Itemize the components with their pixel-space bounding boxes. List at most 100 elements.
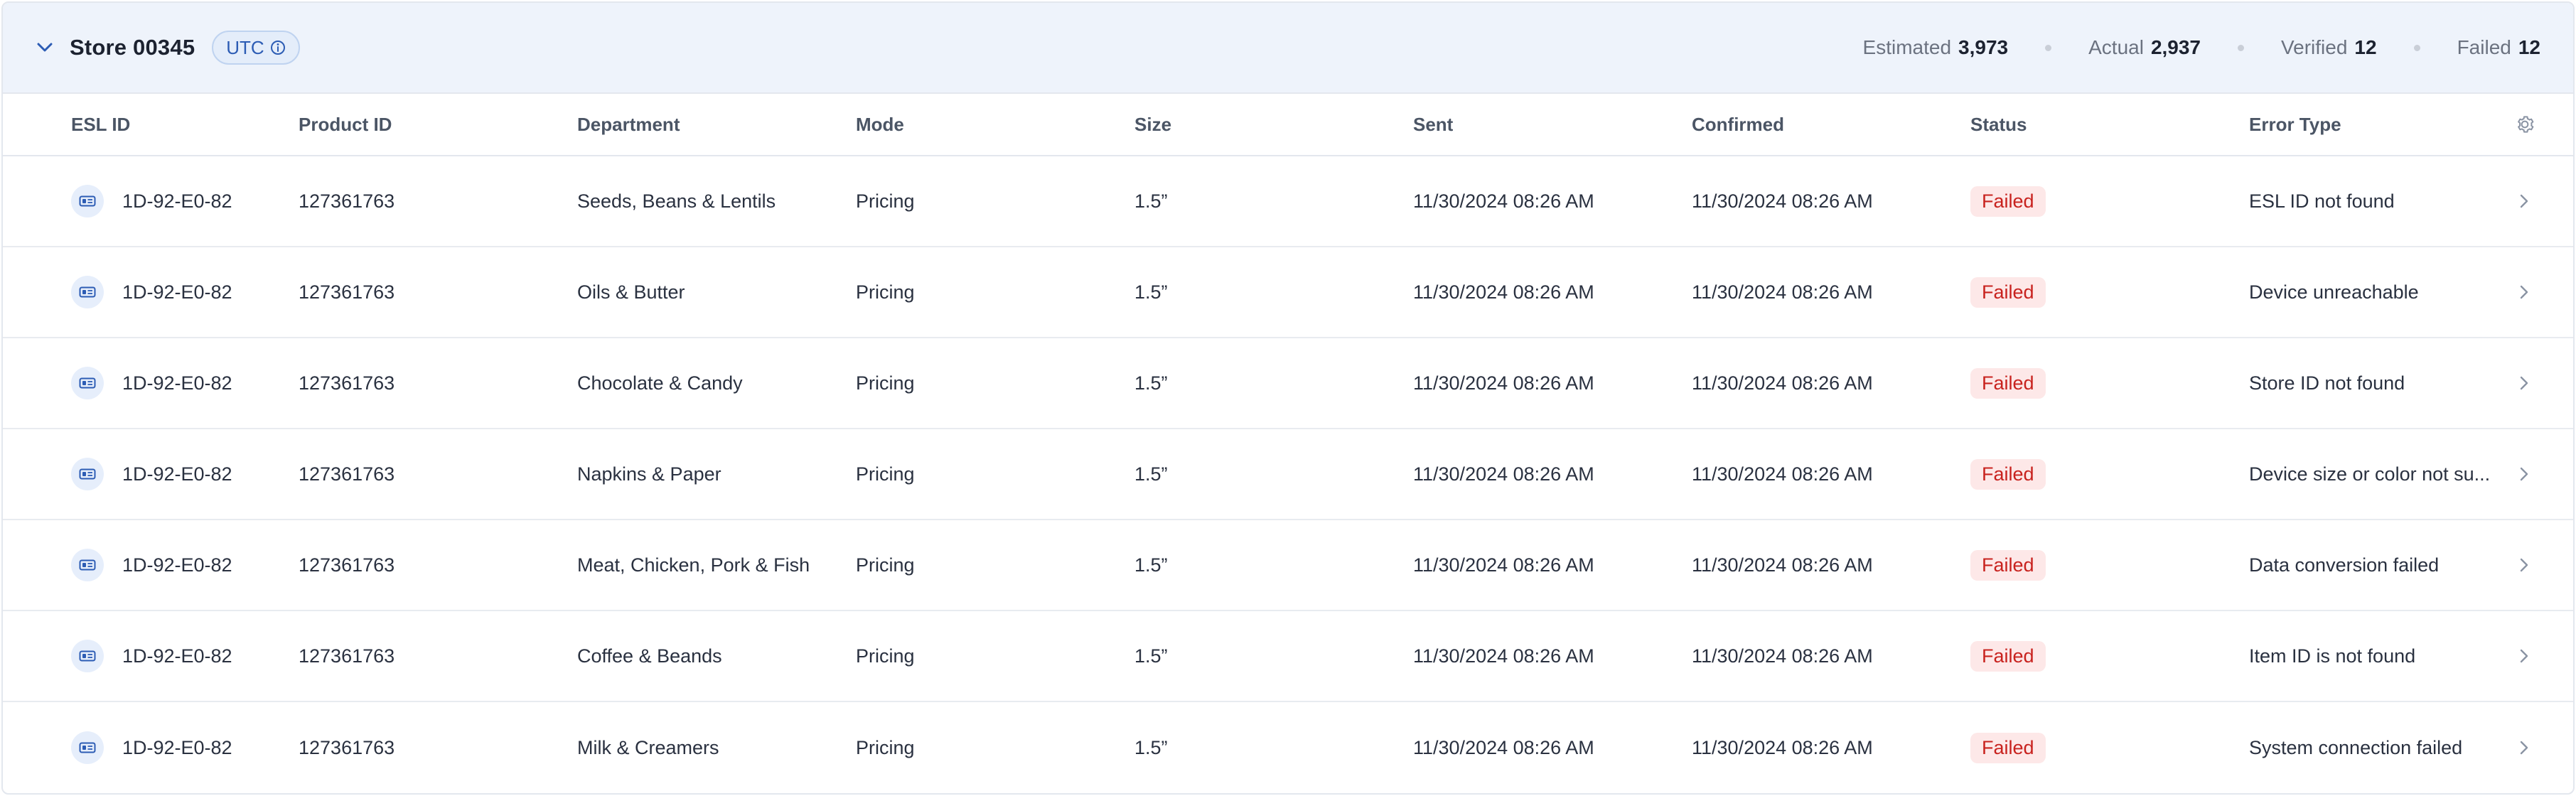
status-cell: Failed	[1970, 549, 2046, 581]
column-header-sent[interactable]: Sent	[1413, 114, 1453, 136]
esl-id-cell: 1D-92-E0-82	[71, 549, 232, 581]
timezone-label: UTC	[226, 36, 264, 58]
table-row[interactable]: 1D-92-E0-82 127361763 Seeds, Beans & Len…	[3, 156, 2573, 247]
size: 1.5”	[1134, 190, 1168, 212]
stat-actual: Actual 2,937	[2088, 36, 2201, 59]
stat-verified: Verified 12	[2281, 36, 2377, 59]
store-header: Store 00345 UTC Estimated 3,973 Actual 2…	[3, 3, 2573, 94]
esl-id-cell: 1D-92-E0-82	[71, 640, 232, 672]
esl-id-cell: 1D-92-E0-82	[71, 458, 232, 490]
status-badge: Failed	[1970, 458, 2046, 490]
status-cell: Failed	[1970, 732, 2046, 763]
chevron-right-icon[interactable]	[2513, 463, 2535, 485]
column-header-mode[interactable]: Mode	[856, 114, 904, 136]
sent-time: 11/30/2024 08:26 AM	[1413, 554, 1594, 576]
chevron-right-icon[interactable]	[2513, 554, 2535, 576]
stat-label: Verified	[2281, 36, 2348, 58]
timezone-pill[interactable]: UTC	[212, 31, 300, 65]
size: 1.5”	[1134, 463, 1168, 485]
table-row[interactable]: 1D-92-E0-82 127361763 Milk & Creamers Pr…	[3, 702, 2573, 793]
esl-id: 1D-92-E0-82	[122, 736, 232, 758]
info-icon	[270, 40, 286, 55]
table-row[interactable]: 1D-92-E0-82 127361763 Napkins & Paper Pr…	[3, 429, 2573, 520]
mode: Pricing	[856, 190, 915, 212]
column-header-department[interactable]: Department	[577, 114, 680, 136]
department: Seeds, Beans & Lentils	[577, 190, 776, 212]
column-header-size[interactable]: Size	[1134, 114, 1171, 136]
status-cell: Failed	[1970, 640, 2046, 672]
sent-time: 11/30/2024 08:26 AM	[1413, 463, 1594, 485]
status-badge: Failed	[1970, 549, 2046, 581]
esl-tag-icon	[71, 640, 104, 672]
error-type: ESL ID not found	[2249, 190, 2395, 212]
stat-value: 3,973	[1958, 36, 2009, 58]
product-id: 127361763	[299, 281, 395, 303]
chevron-right-icon[interactable]	[2513, 281, 2535, 303]
store-title: Store 00345	[70, 35, 195, 60]
sent-time: 11/30/2024 08:26 AM	[1413, 645, 1594, 667]
table-row[interactable]: 1D-92-E0-82 127361763 Oils & Butter Pric…	[3, 247, 2573, 338]
confirmed-time: 11/30/2024 08:26 AM	[1692, 645, 1873, 667]
size: 1.5”	[1134, 554, 1168, 576]
table-row[interactable]: 1D-92-E0-82 127361763 Coffee & Beands Pr…	[3, 611, 2573, 702]
status-badge: Failed	[1970, 367, 2046, 399]
esl-tag-icon	[71, 549, 104, 581]
column-header-status[interactable]: Status	[1970, 114, 2027, 136]
esl-id: 1D-92-E0-82	[122, 463, 232, 485]
status-cell: Failed	[1970, 458, 2046, 490]
column-header-error-type[interactable]: Error Type	[2249, 114, 2505, 136]
stat-separator	[2238, 44, 2245, 51]
status-cell: Failed	[1970, 367, 2046, 399]
esl-id: 1D-92-E0-82	[122, 645, 232, 667]
esl-tag-icon	[71, 367, 104, 399]
stat-value: 12	[2354, 36, 2377, 58]
error-type: Data conversion failed	[2249, 554, 2440, 576]
gear-icon[interactable]	[2513, 113, 2536, 136]
table-header: ESL ID Product ID Department Mode Size S…	[3, 94, 2573, 156]
department: Chocolate & Candy	[577, 372, 743, 394]
table-row[interactable]: 1D-92-E0-82 127361763 Meat, Chicken, Por…	[3, 520, 2573, 611]
sent-time: 11/30/2024 08:26 AM	[1413, 281, 1594, 303]
status-badge: Failed	[1970, 185, 2046, 217]
stat-label: Estimated	[1862, 36, 1952, 58]
error-type: System connection failed	[2249, 736, 2463, 758]
department: Meat, Chicken, Pork & Fish	[577, 554, 810, 576]
stat-separator	[2045, 44, 2052, 51]
chevron-right-icon[interactable]	[2513, 372, 2535, 394]
confirmed-time: 11/30/2024 08:26 AM	[1692, 463, 1873, 485]
error-type: Store ID not found	[2249, 372, 2405, 394]
column-header-confirmed[interactable]: Confirmed	[1692, 114, 1784, 136]
department: Milk & Creamers	[577, 736, 719, 758]
chevron-right-icon[interactable]	[2513, 737, 2535, 758]
chevron-right-icon[interactable]	[2513, 190, 2535, 212]
esl-id-cell: 1D-92-E0-82	[71, 276, 232, 308]
product-id: 127361763	[299, 463, 395, 485]
department: Oils & Butter	[577, 281, 685, 303]
esl-tag-icon	[71, 731, 104, 764]
store-panel: Store 00345 UTC Estimated 3,973 Actual 2…	[1, 1, 2575, 795]
esl-id-cell: 1D-92-E0-82	[71, 367, 232, 399]
esl-tag-icon	[71, 185, 104, 217]
chevron-right-icon[interactable]	[2513, 645, 2535, 667]
column-header-product-id[interactable]: Product ID	[299, 114, 392, 136]
product-id: 127361763	[299, 554, 395, 576]
status-cell: Failed	[1970, 276, 2046, 308]
esl-tag-icon	[71, 458, 104, 490]
table-row[interactable]: 1D-92-E0-82 127361763 Chocolate & Candy …	[3, 338, 2573, 429]
product-id: 127361763	[299, 736, 395, 758]
sent-time: 11/30/2024 08:26 AM	[1413, 736, 1594, 758]
status-badge: Failed	[1970, 276, 2046, 308]
size: 1.5”	[1134, 645, 1168, 667]
size: 1.5”	[1134, 736, 1168, 758]
error-type: Device unreachable	[2249, 281, 2419, 303]
esl-id: 1D-92-E0-82	[122, 190, 232, 212]
product-id: 127361763	[299, 372, 395, 394]
stat-separator	[2413, 44, 2420, 51]
column-header-esl-id[interactable]: ESL ID	[71, 114, 130, 136]
product-id: 127361763	[299, 645, 395, 667]
error-type: Device size or color not su...	[2249, 463, 2491, 485]
status-cell: Failed	[1970, 185, 2046, 217]
esl-tag-icon	[71, 276, 104, 308]
mode: Pricing	[856, 372, 915, 394]
chevron-down-icon[interactable]	[34, 37, 55, 58]
